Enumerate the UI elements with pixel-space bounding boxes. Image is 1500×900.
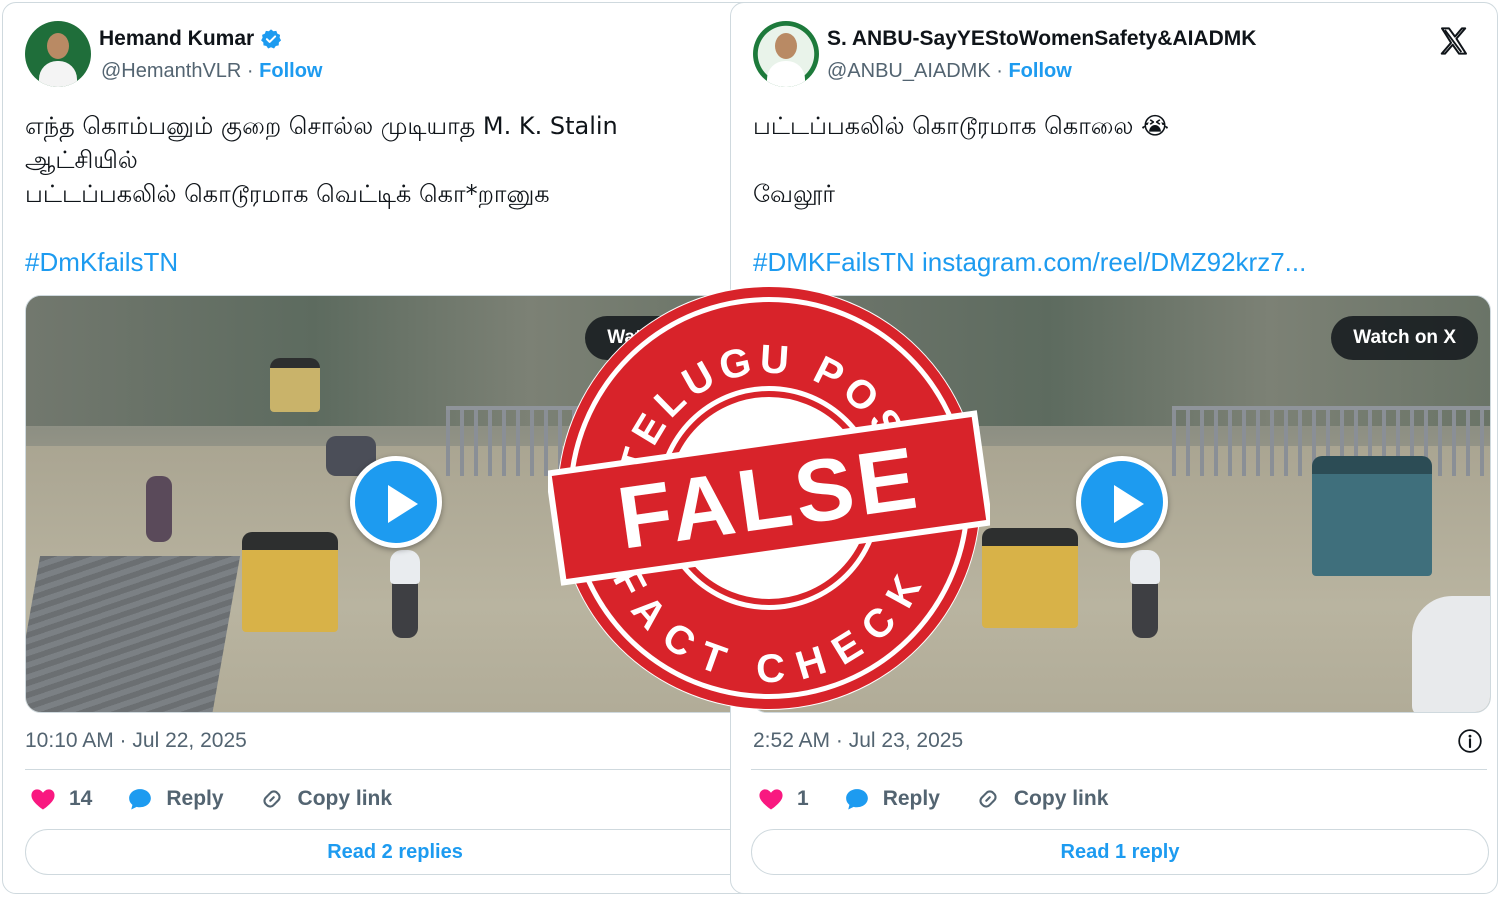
handle-row: @ANBU_AIADMK · Follow — [827, 60, 1072, 83]
follow-link[interactable]: Follow — [1008, 60, 1071, 82]
like-count: 14 — [69, 787, 93, 810]
tweet-text: பட்டப்பகலில் கொடூரமாக கொலை 😭 வேலூர் — [753, 112, 1170, 208]
video-rider — [1130, 550, 1160, 584]
display-name[interactable]: Hemand Kumar — [99, 27, 254, 51]
divider — [751, 769, 1487, 770]
verified-badge-icon — [261, 29, 282, 49]
reply-label: Reply — [882, 787, 940, 810]
like-button[interactable]: 1 — [757, 785, 809, 813]
link-icon — [979, 790, 997, 808]
handle: @HemanthVLR · — [101, 60, 260, 82]
fact-check-stamp: TELUGU POST FACT CHECK FALSE — [548, 286, 990, 710]
video-shed — [26, 556, 241, 712]
reply-label: Reply — [166, 787, 224, 810]
link-icon — [263, 790, 281, 808]
handle: @ANBU_AIADMK · — [827, 60, 1009, 82]
read-replies-button[interactable]: Read 2 replies — [25, 829, 761, 875]
video-autorickshaw — [242, 532, 338, 632]
video-autorickshaw — [982, 528, 1078, 628]
video-rider — [390, 550, 420, 584]
tweet-text: எந்த கொம்பனும் குறை சொல்ல முடியாத M. K. … — [25, 112, 618, 208]
watch-on-x-button[interactable]: Watch on X — [1331, 316, 1478, 360]
speech-bubble-icon — [129, 789, 152, 810]
reply-button[interactable]: Reply — [843, 785, 940, 813]
play-icon — [388, 485, 418, 523]
video-pedestrian — [146, 476, 172, 542]
video-car — [1412, 596, 1490, 712]
heart-icon — [759, 789, 783, 810]
copy-link-label: Copy link — [1013, 787, 1109, 810]
divider — [25, 769, 731, 770]
play-icon — [1114, 485, 1144, 523]
copy-link-button[interactable]: Copy link — [258, 785, 393, 813]
timestamp[interactable]: 2:52 AM · Jul 23, 2025 — [753, 729, 963, 753]
heart-icon — [31, 789, 55, 810]
follow-link[interactable]: Follow — [259, 60, 322, 82]
video-autorickshaw — [270, 358, 320, 412]
like-count: 1 — [797, 787, 809, 810]
video-autorickshaw — [1312, 456, 1432, 576]
action-bar: 1 Reply Copy link — [757, 785, 1142, 813]
action-bar: 14 Reply Copy link — [29, 785, 426, 813]
like-button[interactable]: 14 — [29, 785, 92, 813]
info-icon[interactable] — [1457, 728, 1483, 754]
timestamp[interactable]: 10:10 AM · Jul 22, 2025 — [25, 729, 247, 753]
play-button[interactable] — [350, 456, 442, 548]
hashtag-link[interactable]: #DMKFailsTN instagram.com/reel/DMZ92krz7… — [753, 247, 1306, 278]
reply-button[interactable]: Reply — [126, 785, 224, 813]
read-replies-button[interactable]: Read 1 reply — [751, 829, 1489, 875]
handle-row: @HemanthVLR · Follow — [101, 60, 322, 83]
copy-link-label: Copy link — [297, 787, 393, 810]
x-logo-icon[interactable] — [1437, 25, 1471, 57]
speech-bubble-icon — [845, 789, 868, 810]
avatar[interactable] — [753, 21, 819, 87]
display-name[interactable]: S. ANBU-SayYEStoWomenSafety&AIADMK — [827, 27, 1256, 51]
play-button[interactable] — [1076, 456, 1168, 548]
hashtag-link[interactable]: #DmKfailsTN — [25, 247, 178, 278]
avatar[interactable] — [25, 21, 91, 87]
copy-link-button[interactable]: Copy link — [974, 785, 1109, 813]
